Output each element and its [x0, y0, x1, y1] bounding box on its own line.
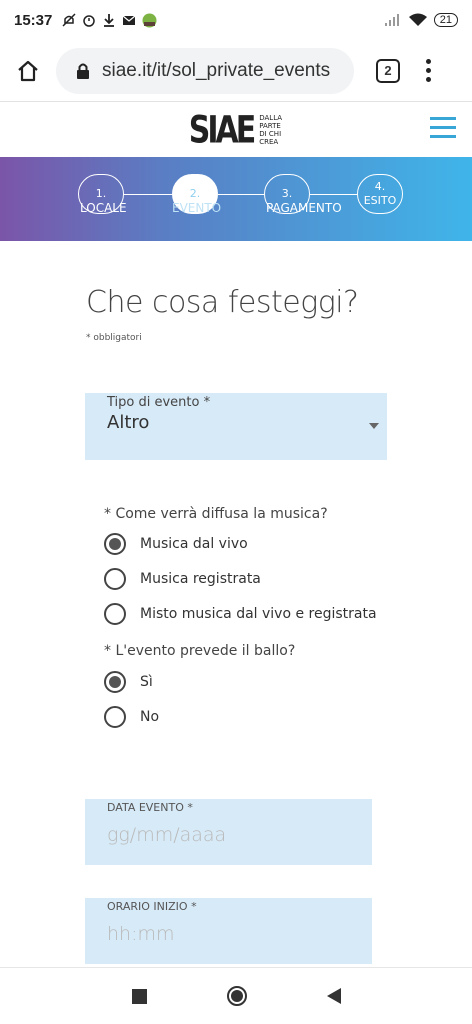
start-time-label: ORARIO INIZIO *	[107, 900, 197, 913]
signal-icon	[384, 14, 399, 26]
step-number: 4. ESITO	[363, 180, 397, 207]
radio-label: No	[140, 709, 160, 725]
event-type-select[interactable]: Tipo di evento * Altro	[85, 393, 387, 460]
dance-question: * L'evento prevede il ballo?	[104, 643, 296, 659]
radio-label: Sì	[140, 674, 153, 690]
status-system-icons: 21	[384, 13, 458, 27]
tabs-button[interactable]: 2	[376, 58, 400, 83]
address-bar[interactable]: siae.it/it/sol_private_events	[56, 47, 354, 94]
radio-label: Musica registrata	[140, 571, 261, 587]
required-note: * obbligatori	[86, 333, 142, 343]
event-date-input[interactable]	[107, 824, 350, 846]
step-number: 1.	[95, 187, 107, 200]
start-time-field[interactable]: ORARIO INIZIO *	[85, 898, 372, 964]
alarm-icon	[83, 15, 96, 27]
radio-label: Musica dal vivo	[140, 536, 248, 552]
status-notification-icons	[62, 13, 157, 28]
wifi-icon	[408, 13, 427, 26]
home-nav-button[interactable]	[226, 986, 247, 1006]
logo-tagline: DALLA PARTE DI CHI CREA	[259, 114, 283, 146]
status-bar: 15:37 21	[0, 0, 472, 40]
back-button[interactable]	[326, 988, 341, 1004]
step-label: LOCALE	[80, 201, 127, 215]
radio-label: Misto musica dal vivo e registrata	[140, 606, 377, 622]
browser-toolbar: siae.it/it/sol_private_events 2	[0, 40, 472, 102]
siae-logo[interactable]: SIAE DALLA PARTE DI CHI CREA	[189, 108, 283, 152]
progress-stepper: 1. 2. 3. 4. ESITO LOCALE EVENTO PAGAMENT…	[0, 157, 472, 241]
status-time: 15:37	[14, 11, 53, 29]
music-question: * Come verrà diffusa la musica?	[104, 506, 328, 522]
step-connector	[218, 194, 264, 195]
step-label: PAGAMENTO	[266, 201, 342, 215]
event-date-field[interactable]: DATA EVENTO *	[85, 799, 372, 865]
download-icon	[104, 14, 115, 27]
event-date-label: DATA EVENTO *	[107, 801, 193, 814]
home-icon	[18, 60, 38, 81]
radio-music-mixed[interactable]: Misto musica dal vivo e registrata	[104, 603, 377, 625]
step-4: 4. ESITO	[357, 174, 403, 214]
step-number: 3.	[281, 187, 293, 200]
hamburger-line-icon	[430, 135, 456, 138]
radio-unchecked-icon[interactable]	[104, 706, 126, 728]
event-type-label: Tipo di evento *	[107, 395, 211, 410]
radio-checked-icon[interactable]	[104, 533, 126, 555]
dropdown-arrow-icon	[369, 423, 379, 429]
do-not-disturb-icon	[62, 13, 76, 27]
system-navigation-bar	[0, 967, 472, 1024]
radio-dance-yes[interactable]: Sì	[104, 671, 153, 693]
url-text: siae.it/it/sol_private_events	[102, 59, 331, 81]
radio-unchecked-icon[interactable]	[104, 568, 126, 590]
battery-indicator: 21	[433, 13, 458, 27]
app-notification-icon	[142, 13, 157, 27]
recents-button[interactable]	[131, 988, 147, 1004]
lock-icon	[77, 63, 89, 79]
radio-dance-no[interactable]: No	[104, 706, 159, 728]
menu-dot-icon	[426, 59, 431, 64]
home-button[interactable]	[0, 59, 56, 83]
step-connector	[310, 194, 358, 195]
logo-mark: SIAE	[188, 108, 257, 152]
radio-music-live[interactable]: Musica dal vivo	[104, 533, 248, 555]
menu-dot-icon	[426, 68, 431, 73]
menu-dot-icon	[426, 77, 431, 82]
step-number: 2.	[189, 187, 201, 200]
hamburger-line-icon	[430, 126, 456, 129]
radio-unchecked-icon[interactable]	[104, 603, 126, 625]
site-header: SIAE DALLA PARTE DI CHI CREA	[0, 103, 472, 157]
step-connector	[124, 194, 172, 195]
event-type-value: Altro	[107, 412, 150, 433]
mail-icon	[122, 15, 136, 25]
radio-music-recorded[interactable]: Musica registrata	[104, 568, 261, 590]
hamburger-line-icon	[430, 117, 456, 120]
step-label: EVENTO	[172, 201, 222, 215]
radio-checked-icon[interactable]	[104, 671, 126, 693]
browser-menu-button[interactable]	[426, 59, 431, 82]
start-time-input[interactable]	[107, 923, 350, 945]
hamburger-menu-button[interactable]	[430, 117, 456, 138]
page-title: Che cosa festeggi?	[86, 285, 359, 320]
event-form: Che cosa festeggi? * obbligatori Tipo di…	[0, 241, 472, 967]
